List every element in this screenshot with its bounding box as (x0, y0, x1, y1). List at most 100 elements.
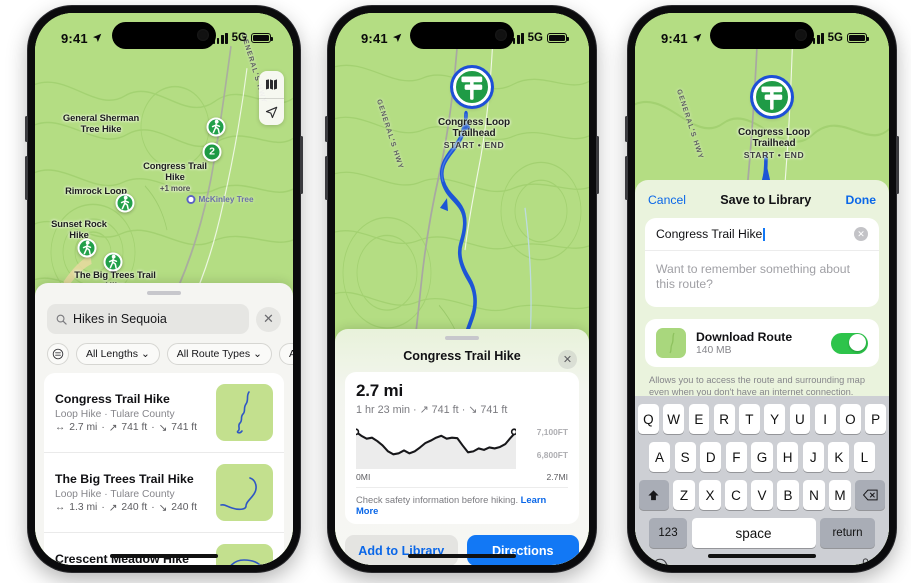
elev-tick-high: 7,100FT (536, 427, 568, 437)
dynamic-island (710, 22, 814, 49)
location-arrow-icon (265, 106, 278, 118)
name-field[interactable]: Congress Trail Hike (656, 227, 846, 241)
onscreen-keyboard: Q W E R T Y U I O P A S D F G H J K L Z … (635, 396, 889, 565)
filter-chip-all-elevation[interactable]: All Elev (278, 343, 293, 365)
key-p[interactable]: P (865, 404, 886, 434)
gain-icon: ↗ (108, 422, 118, 434)
table-row[interactable]: Crescent Meadow Hike Loop Hike · Tulare … (44, 532, 284, 565)
filter-chip-all-lengths[interactable]: All Lengths ⌄ (76, 343, 160, 365)
key-t[interactable]: T (739, 404, 760, 434)
return-key[interactable]: return (820, 518, 875, 548)
search-clear-button[interactable]: ✕ (256, 306, 281, 332)
elev-tick-low: 6,800FT (536, 450, 568, 460)
map-label-trailhead: Congress Loop Trailhead (737, 127, 811, 149)
key-x[interactable]: X (699, 480, 721, 510)
download-route-row[interactable]: Download Route 140 MB (645, 319, 879, 367)
done-button[interactable]: Done (846, 193, 876, 207)
search-input[interactable]: Hikes in Sequoia (47, 304, 249, 334)
cancel-button[interactable]: Cancel (648, 193, 686, 207)
key-w[interactable]: W (663, 404, 684, 434)
emoji-icon[interactable] (652, 558, 668, 565)
key-g[interactable]: G (751, 442, 773, 472)
key-q[interactable]: Q (638, 404, 659, 434)
key-v[interactable]: V (751, 480, 773, 510)
table-row[interactable]: Congress Trail Hike Loop Hike · Tulare C… (44, 373, 284, 452)
download-size: 140 MB (696, 345, 732, 356)
clear-field-icon[interactable]: ✕ (854, 227, 868, 241)
trailhead-marker[interactable] (450, 65, 494, 109)
key-e[interactable]: E (688, 404, 710, 434)
map-pin-hike[interactable] (115, 193, 135, 213)
key-o[interactable]: O (840, 404, 861, 434)
key-z[interactable]: Z (673, 480, 695, 510)
key-c[interactable]: C (725, 480, 747, 510)
key-y[interactable]: Y (764, 404, 785, 434)
map-label-general-sherman: General Sherman Tree Hike (62, 112, 140, 134)
map-pin-hike[interactable] (206, 117, 226, 137)
key-b[interactable]: B (777, 480, 799, 510)
close-icon: ✕ (263, 311, 274, 326)
power-button[interactable] (896, 136, 899, 194)
backspace-key[interactable] (855, 480, 886, 510)
key-a[interactable]: A (649, 442, 671, 472)
space-key[interactable]: space (691, 518, 816, 548)
sheet-grabber[interactable] (445, 336, 479, 340)
power-button[interactable] (596, 136, 599, 194)
close-button[interactable]: ✕ (558, 350, 577, 369)
add-to-library-button[interactable]: Add to Library (345, 535, 458, 565)
notes-field-row[interactable]: Want to remember something about this ro… (645, 250, 879, 307)
result-title: The Big Trees Trail Hike (55, 471, 194, 486)
download-thumbnail (656, 328, 686, 358)
key-s[interactable]: S (674, 442, 696, 472)
locate-me-button[interactable] (259, 98, 284, 125)
key-d[interactable]: D (700, 442, 722, 472)
key-n[interactable]: N (803, 480, 825, 510)
key-j[interactable]: J (802, 442, 824, 472)
phone3-screen: GENERAL'S HWY Congress Loop Trailhead ST… (635, 13, 889, 565)
filter-chip-label: All Route Types (176, 348, 251, 360)
map-label-more-count: +1 more (159, 184, 191, 193)
route-gain: 741 ft (431, 404, 459, 416)
key-f[interactable]: F (725, 442, 747, 472)
result-thumbnail (216, 464, 273, 521)
result-length: 1.3 mi (69, 502, 98, 513)
length-icon: ↔ (55, 422, 66, 433)
download-toggle[interactable] (831, 332, 868, 354)
map-pin-hike[interactable] (103, 252, 123, 272)
map-pin-cluster-2[interactable]: 2 (202, 142, 222, 162)
table-row[interactable]: The Big Trees Trail Hike Loop Hike · Tul… (44, 452, 284, 532)
directions-button[interactable]: Directions (466, 535, 579, 565)
result-info: Congress Trail Hike Loop Hike · Tulare C… (55, 392, 206, 434)
sheet-grabber[interactable] (147, 291, 181, 295)
hiker-icon (211, 119, 221, 134)
map-label-start-end: START • END (743, 150, 805, 160)
map-layers-button[interactable] (259, 71, 284, 98)
name-field-row[interactable]: Congress Trail Hike ✕ (645, 218, 879, 250)
download-info: Download Route 140 MB (696, 330, 821, 356)
filter-chip-all-route-types[interactable]: All Route Types ⌄ (166, 343, 272, 365)
key-k[interactable]: K (828, 442, 850, 472)
power-button[interactable] (300, 136, 303, 194)
save-to-library-sheet: Cancel Save to Library Done Congress Tra… (635, 180, 889, 565)
result-thumbnail (216, 384, 273, 441)
key-h[interactable]: H (777, 442, 799, 472)
key-m[interactable]: M (829, 480, 851, 510)
filter-options-button[interactable] (47, 343, 69, 365)
backspace-icon (862, 489, 878, 501)
key-r[interactable]: R (713, 404, 735, 434)
poi-mckinley-tree[interactable]: McKinley Tree (186, 195, 254, 204)
hiker-icon (108, 254, 118, 269)
key-l[interactable]: L (853, 442, 875, 472)
page-title: Congress Trail Hike (403, 349, 521, 363)
result-thumbnail (216, 544, 273, 565)
mic-icon[interactable] (859, 558, 872, 565)
key-u[interactable]: U (789, 404, 811, 434)
shift-key[interactable] (638, 480, 669, 510)
key-i[interactable]: I (814, 404, 836, 434)
map-label-sunset-rock: Sunset Rock Hike (51, 218, 107, 240)
sheet-toolbar: Cancel Save to Library Done (635, 180, 889, 216)
chevron-down-icon: ⌄ (253, 348, 262, 360)
search-input-value: Hikes in Sequoia (73, 312, 167, 326)
map-pin-hike[interactable] (77, 238, 97, 258)
numbers-key[interactable]: 123 (649, 518, 687, 548)
